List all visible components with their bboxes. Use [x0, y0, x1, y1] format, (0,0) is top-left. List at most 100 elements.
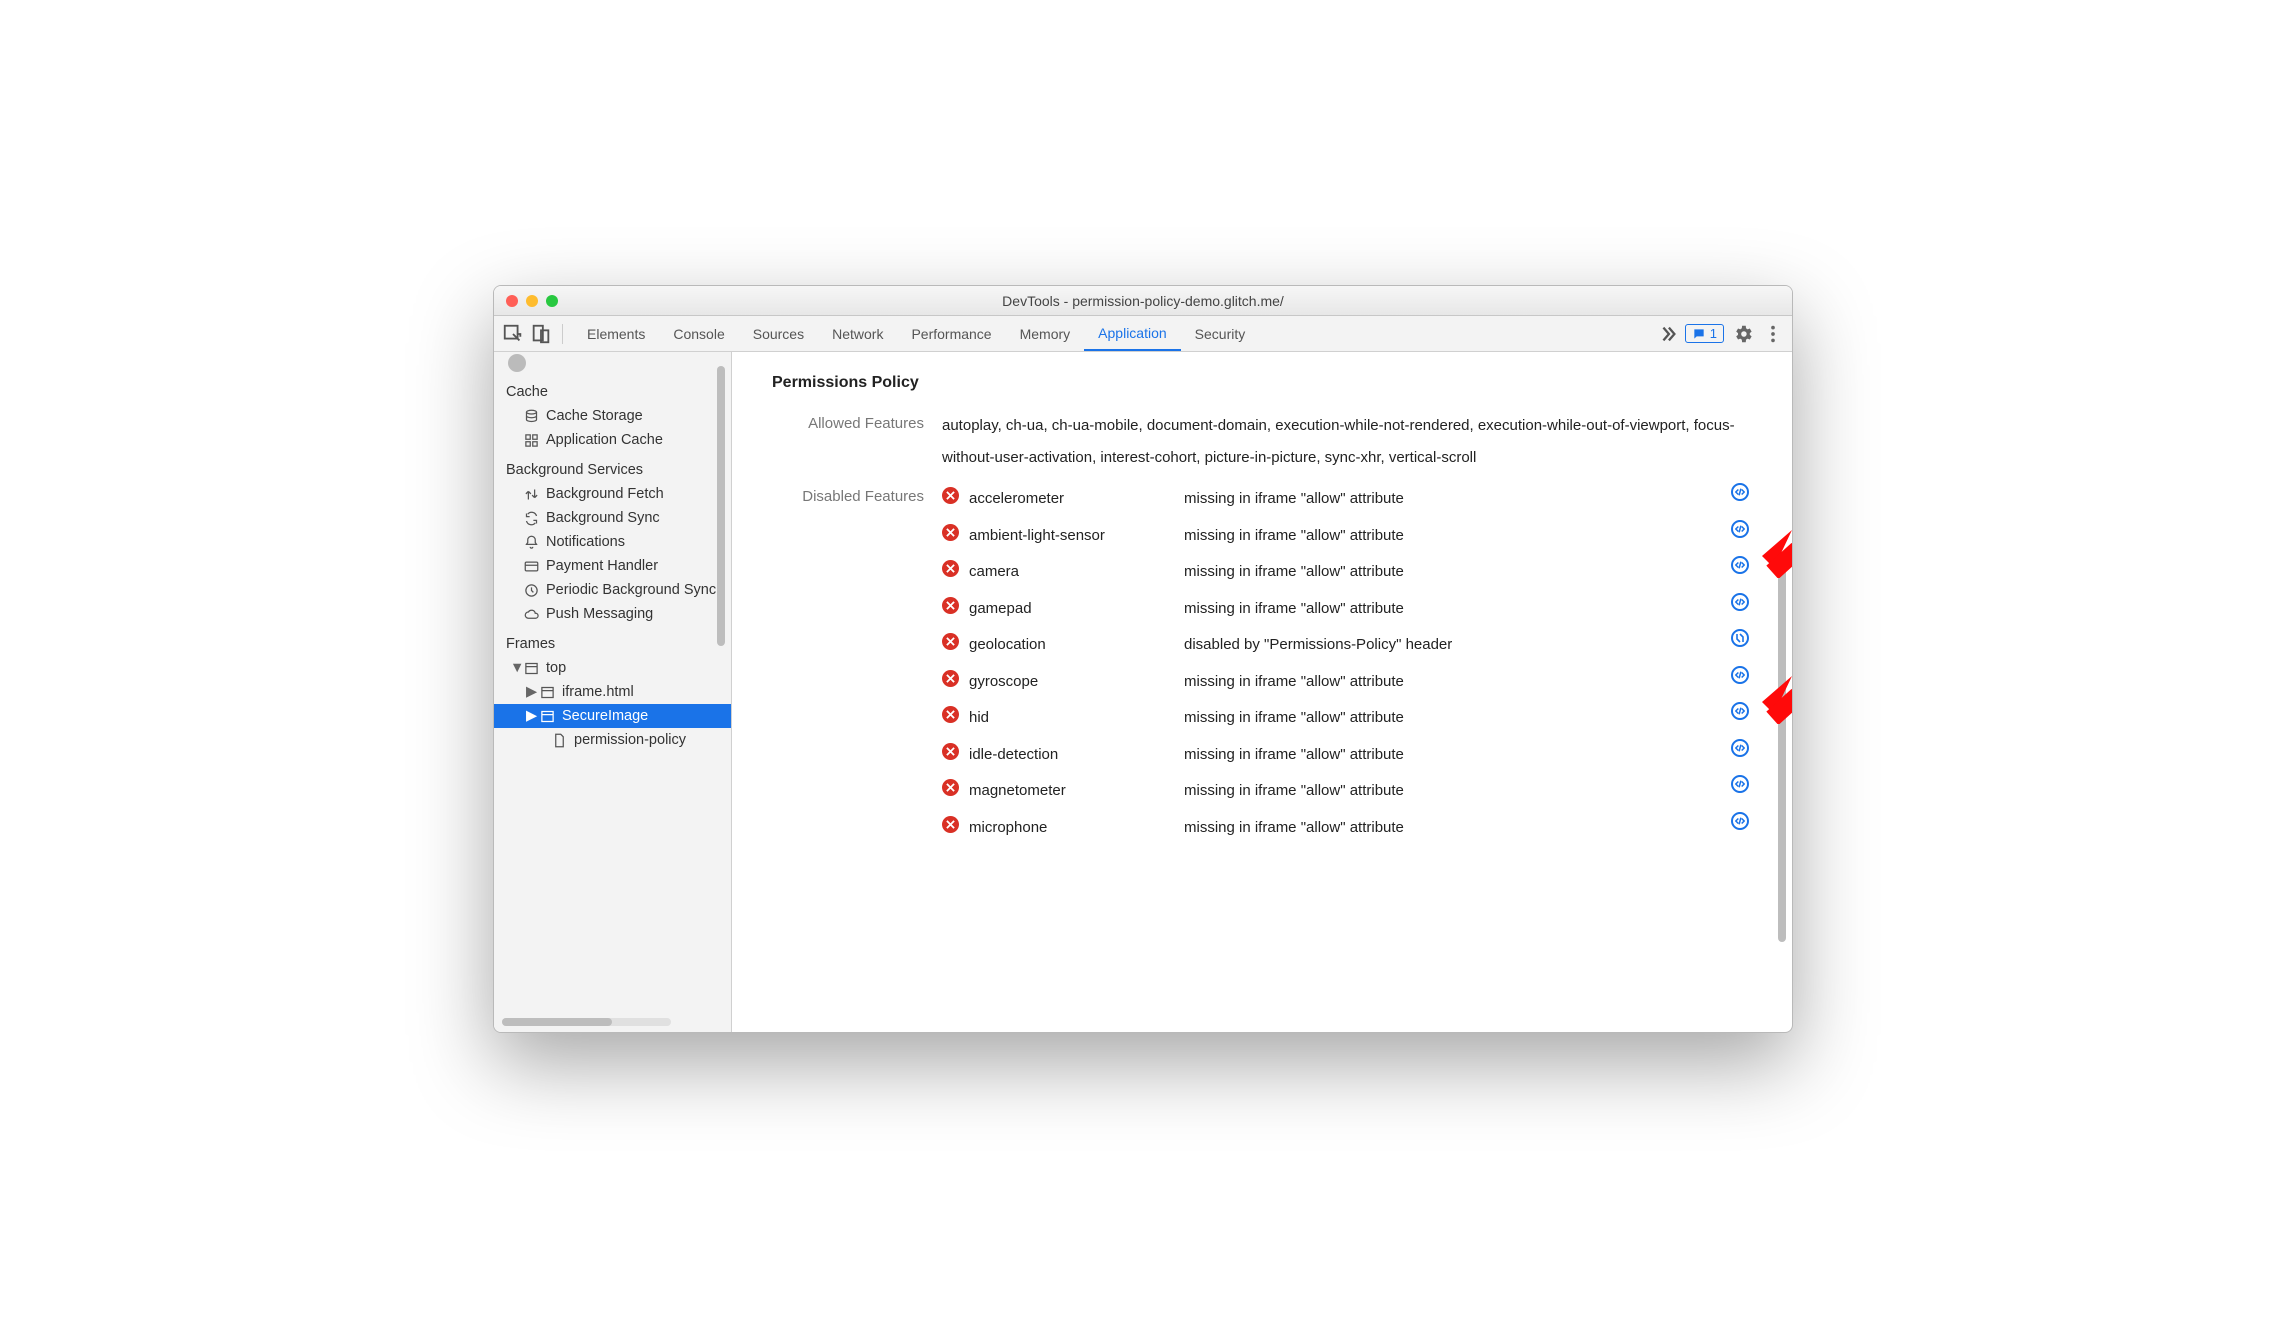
feature-reason: disabled by "Permissions-Policy" header	[1184, 629, 1718, 661]
tab-performance[interactable]: Performance	[897, 316, 1005, 351]
kebab-menu-icon[interactable]	[1762, 323, 1784, 345]
sidebar-item-cache-storage[interactable]: Cache Storage	[494, 404, 731, 428]
feature-reason: missing in iframe "allow" attribute	[1184, 775, 1718, 807]
issues-button[interactable]: 1	[1685, 324, 1724, 343]
feature-reason: missing in iframe "allow" attribute	[1184, 520, 1718, 552]
x-circle-icon	[942, 706, 959, 723]
cookie-icon	[508, 354, 526, 372]
feature-reason: missing in iframe "allow" attribute	[1184, 556, 1718, 588]
device-toggle-icon[interactable]	[530, 323, 552, 345]
sidebar-section-cache: Cache	[494, 374, 731, 404]
tab-network[interactable]: Network	[818, 316, 897, 351]
close-window-button[interactable]	[506, 295, 518, 307]
feature-name: gamepad	[969, 593, 1174, 625]
file-icon	[550, 733, 568, 748]
main-vscroll-track[interactable]	[1778, 362, 1786, 1022]
sidebar-section-background: Background Services	[494, 452, 731, 482]
allowed-value: autoplay, ch-ua, ch-ua-mobile, document-…	[942, 410, 1752, 473]
clock-icon	[522, 583, 540, 598]
feature-name: idle-detection	[969, 739, 1174, 771]
disabled-feature-row: accelerometer missing in iframe "allow" …	[942, 483, 1752, 515]
frame-top[interactable]: ▼top	[494, 656, 731, 680]
frame-permission-policy[interactable]: permission-policy	[494, 728, 731, 752]
settings-icon[interactable]	[1732, 323, 1754, 345]
tab-elements[interactable]: Elements	[573, 316, 659, 351]
frame-iframe-html[interactable]: ▶iframe.html	[494, 680, 731, 704]
tab-console[interactable]: Console	[659, 316, 738, 351]
sidebar-item-periodic-background-sync[interactable]: Periodic Background Sync	[494, 578, 731, 602]
zoom-window-button[interactable]	[546, 295, 558, 307]
reveal-elements-button[interactable]	[1728, 483, 1752, 501]
tab-application[interactable]: Application	[1084, 316, 1181, 351]
updown-icon	[522, 487, 540, 502]
disabled-feature-row: gamepad missing in iframe "allow" attrib…	[942, 593, 1752, 625]
x-circle-icon	[942, 524, 959, 541]
disabled-feature-row: hid missing in iframe "allow" attribute	[942, 702, 1752, 734]
issues-count: 1	[1710, 326, 1717, 341]
x-circle-icon	[942, 743, 959, 760]
disabled-feature-row: camera missing in iframe "allow" attribu…	[942, 556, 1752, 588]
reveal-elements-button[interactable]	[1728, 520, 1752, 538]
grid-icon	[522, 433, 540, 448]
reveal-elements-button[interactable]	[1728, 556, 1752, 574]
devtools-window: DevTools - permission-policy-demo.glitch…	[493, 285, 1793, 1033]
sidebar-item-background-sync[interactable]: Background Sync	[494, 506, 731, 530]
reveal-elements-button[interactable]	[1728, 666, 1752, 684]
x-circle-icon	[942, 779, 959, 796]
feature-reason: missing in iframe "allow" attribute	[1184, 702, 1718, 734]
x-circle-icon	[942, 560, 959, 577]
sidebar-hscroll[interactable]	[502, 1018, 671, 1026]
more-tabs-icon[interactable]	[1657, 323, 1679, 345]
main-vscroll-thumb[interactable]	[1778, 562, 1786, 942]
disabled-feature-row: magnetometer missing in iframe "allow" a…	[942, 775, 1752, 807]
toolbar: ElementsConsoleSourcesNetworkPerformance…	[494, 316, 1792, 352]
disabled-feature-row: idle-detection missing in iframe "allow"…	[942, 739, 1752, 771]
x-circle-icon	[942, 597, 959, 614]
code-icon	[1731, 812, 1749, 830]
disabled-label: Disabled Features	[772, 483, 942, 843]
feature-reason: missing in iframe "allow" attribute	[1184, 593, 1718, 625]
tab-security[interactable]: Security	[1181, 316, 1260, 351]
feature-name: camera	[969, 556, 1174, 588]
feature-name: gyroscope	[969, 666, 1174, 698]
feature-reason: missing in iframe "allow" attribute	[1184, 812, 1718, 844]
panel-heading: Permissions Policy	[772, 374, 1752, 392]
reveal-elements-button[interactable]	[1728, 812, 1752, 830]
reveal-elements-button[interactable]	[1728, 702, 1752, 720]
window-title: DevTools - permission-policy-demo.glitch…	[494, 293, 1792, 309]
inspect-icon[interactable]	[502, 323, 524, 345]
allowed-label: Allowed Features	[772, 410, 942, 473]
panel-tabs: ElementsConsoleSourcesNetworkPerformance…	[573, 316, 1651, 351]
code-icon	[1731, 556, 1749, 574]
code-icon	[1731, 702, 1749, 720]
code-icon	[1731, 739, 1749, 757]
minimize-window-button[interactable]	[526, 295, 538, 307]
network-icon	[1731, 629, 1749, 647]
x-circle-icon	[942, 633, 959, 650]
sidebar-item-push-messaging[interactable]: Push Messaging	[494, 602, 731, 626]
reveal-network-button[interactable]	[1728, 629, 1752, 647]
tab-memory[interactable]: Memory	[1006, 316, 1085, 351]
sidebar-item-application-cache[interactable]: Application Cache	[494, 428, 731, 452]
reveal-elements-button[interactable]	[1728, 775, 1752, 793]
sidebar-vscroll[interactable]	[717, 366, 725, 646]
reveal-elements-button[interactable]	[1728, 593, 1752, 611]
feature-name: ambient-light-sensor	[969, 520, 1174, 552]
sidebar-item-background-fetch[interactable]: Background Fetch	[494, 482, 731, 506]
tab-sources[interactable]: Sources	[739, 316, 818, 351]
frame-icon	[522, 661, 540, 676]
sidebar-item-payment-handler[interactable]: Payment Handler	[494, 554, 731, 578]
sync-icon	[522, 511, 540, 526]
frame-icon	[538, 685, 556, 700]
reveal-elements-button[interactable]	[1728, 739, 1752, 757]
frame-secureimage[interactable]: ▶SecureImage	[494, 704, 731, 728]
sidebar-section-frames: Frames	[494, 626, 731, 656]
feature-name: geolocation	[969, 629, 1174, 661]
disabled-feature-row: microphone missing in iframe "allow" att…	[942, 812, 1752, 844]
card-icon	[522, 559, 540, 574]
sidebar-item-notifications[interactable]: Notifications	[494, 530, 731, 554]
feature-name: microphone	[969, 812, 1174, 844]
sidebar: Cache Cache StorageApplication Cache Bac…	[494, 352, 732, 1032]
traffic-lights	[494, 295, 558, 307]
x-circle-icon	[942, 670, 959, 687]
